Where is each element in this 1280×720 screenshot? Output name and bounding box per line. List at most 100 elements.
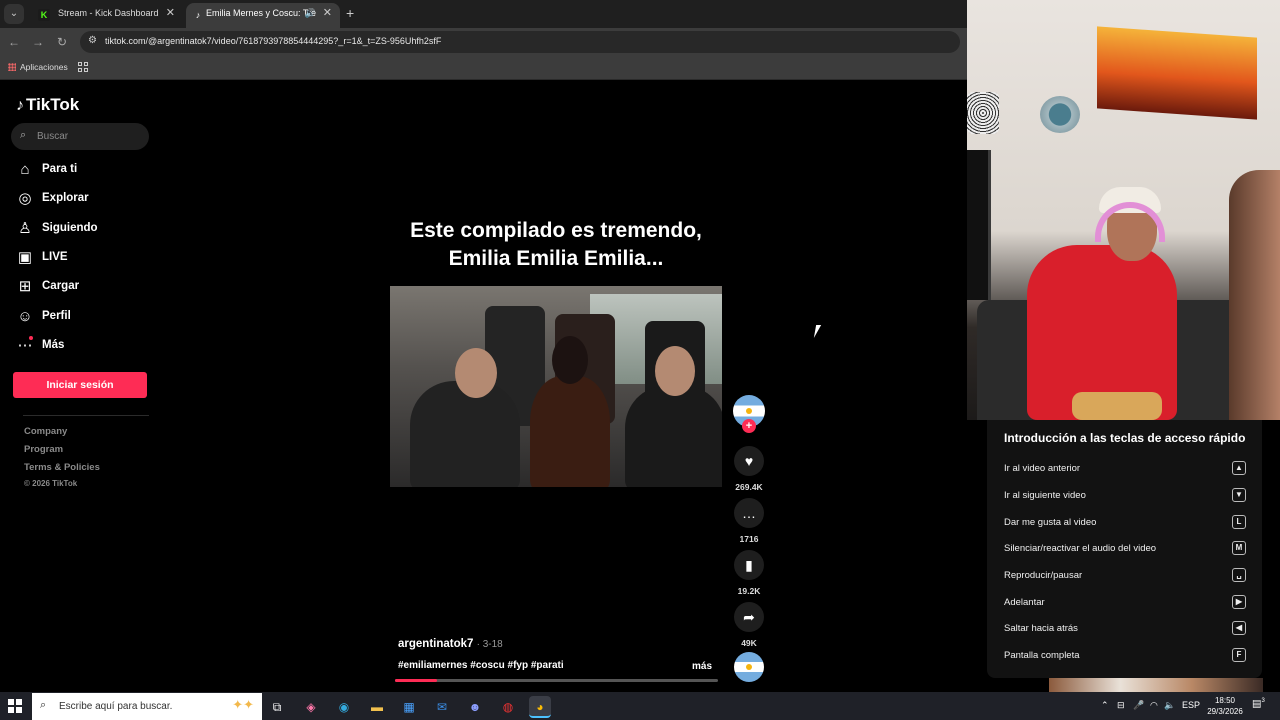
tab-kick-dashboard[interactable]: K Stream - Kick Dashboard ✕ — [28, 3, 183, 28]
close-tab-icon[interactable]: ✕ — [323, 3, 332, 24]
tiktok-page: ♪ TikTok ⌕ Buscar ⌂ Para ti ◎ Explorar ♙ … — [0, 81, 967, 692]
webcam-overlay — [967, 0, 1280, 420]
tiktok-note-icon: ♪ — [16, 97, 24, 114]
file-explorer-icon[interactable]: ▬ — [366, 696, 388, 718]
url-field[interactable]: ⚙ tiktok.com/@argentinatok7/video/761879… — [80, 31, 960, 53]
video-progress-bar[interactable] — [395, 679, 718, 682]
microphone-icon[interactable]: 🎤 — [1133, 700, 1144, 711]
back-icon[interactable]: ← — [6, 34, 22, 50]
taskbar-search-placeholder: Escribe aquí para buscar. — [59, 701, 173, 712]
close-tab-icon[interactable]: ✕ — [166, 3, 175, 24]
keyboard-shortcuts-panel: Introducción a las teclas de acceso rápi… — [987, 420, 1262, 678]
tab-tiktok-video[interactable]: ♪ Emilia Mernes y Coscu: Tre 🔊 ✕ — [186, 3, 340, 28]
author-name[interactable]: argentinatok7 — [398, 638, 473, 650]
nav-label: Cargar — [42, 280, 80, 292]
video-caption-overlay: Este compilado es tremendo, Emilia Emili… — [390, 217, 722, 273]
nav-label: Explorar — [42, 192, 89, 204]
person-shorts — [1072, 392, 1162, 420]
outlook-icon[interactable]: ✉ — [431, 696, 453, 718]
nav-item-mas[interactable]: ⋯ Más — [16, 336, 156, 358]
shortcut-label: Silenciar/reactivar el audio del video — [1004, 543, 1157, 554]
store-icon[interactable]: ▦ — [398, 696, 420, 718]
tab-title: Emilia Mernes y Coscu: Tre — [206, 8, 317, 18]
like-button[interactable]: ♥ — [734, 446, 764, 476]
search-icon: ⌕ — [20, 129, 27, 141]
video-author[interactable]: argentinatok7 · 3-18 — [398, 638, 503, 650]
speaker-icon[interactable]: 🔊 — [305, 3, 316, 24]
volume-icon[interactable]: 🔈 — [1164, 700, 1175, 711]
nav-item-explorar[interactable]: ◎ Explorar — [16, 189, 156, 211]
footer-link-terms[interactable]: Terms & Policies — [24, 462, 100, 473]
more-text-button[interactable]: más — [692, 661, 712, 672]
compass-icon: ◎ — [18, 190, 32, 207]
video-progress-fill — [395, 679, 437, 682]
taskbar-search-input[interactable]: ⌕ Escribe aquí para buscar. ✦✦ — [32, 693, 262, 720]
edge-icon[interactable]: ◉ — [333, 696, 355, 718]
shortcut-label: Saltar hacia atrás — [1004, 623, 1078, 634]
caption-line-2: Emilia Emilia Emilia... — [448, 247, 664, 270]
shortcut-label: Reproducir/pausar — [1004, 570, 1083, 581]
follow-button[interactable]: + — [742, 419, 756, 433]
windows-taskbar: ⌕ Escribe aquí para buscar. ✦✦ ⧉ ◈ ◉ ▬ ▦… — [0, 692, 1280, 720]
footer-link-program[interactable]: Program — [24, 444, 63, 455]
comment-button[interactable]: … — [734, 498, 764, 528]
nav-item-para-ti[interactable]: ⌂ Para ti — [16, 160, 156, 182]
save-button[interactable]: ▮ — [734, 550, 764, 580]
video-player[interactable] — [390, 286, 722, 487]
tray-app-icon[interactable]: ⊟ — [1117, 700, 1125, 711]
nav-item-live[interactable]: ▣ LIVE — [16, 248, 156, 270]
search-highlights-icon: ✦✦ — [232, 697, 254, 712]
share-count: 49K — [741, 638, 757, 648]
comment-count: 1716 — [739, 534, 759, 544]
discord-icon[interactable]: ☻ — [464, 696, 486, 718]
footer-link-company[interactable]: Company — [24, 426, 67, 437]
video-scene-head — [455, 348, 497, 398]
site-info-icon[interactable]: ⚙ — [88, 35, 97, 46]
space-key-icon: ␣ — [1232, 568, 1246, 582]
tiktok-logo[interactable]: ♪ TikTok — [16, 95, 79, 115]
network-icon[interactable]: ◠ — [1150, 700, 1158, 711]
sound-avatar[interactable] — [734, 652, 764, 682]
tab-groups-icon[interactable] — [78, 62, 88, 72]
nav-label: Perfil — [42, 310, 71, 322]
login-button[interactable]: Iniciar sesión — [13, 372, 147, 398]
shortcut-row: Saltar hacia atrás ◀ — [1004, 620, 1254, 638]
forward-icon[interactable]: → — [30, 34, 46, 50]
nav-label: Para ti — [42, 163, 78, 175]
bookmark-apps-label: Aplicaciones — [20, 62, 68, 72]
new-tab-button[interactable]: + — [346, 5, 354, 21]
tray-chevron-icon[interactable]: ⌃ — [1101, 700, 1109, 711]
windows-start-icon[interactable] — [8, 699, 22, 713]
obs-icon[interactable]: ◍ — [497, 696, 519, 718]
copilot-icon[interactable]: ◈ — [300, 696, 322, 718]
shortcut-label: Ir al siguiente video — [1004, 490, 1086, 501]
shortcut-row: Ir al video anterior ▲ — [1004, 460, 1254, 478]
nav-item-perfil[interactable]: ☺ Perfil — [16, 307, 156, 329]
shortcut-label: Pantalla completa — [1004, 650, 1080, 661]
shortcut-label: Adelantar — [1004, 597, 1045, 608]
monitor — [967, 150, 991, 300]
video-scene-person — [410, 381, 520, 487]
search-placeholder: Buscar — [37, 131, 69, 142]
reload-icon[interactable]: ↻ — [54, 34, 70, 50]
l-key-icon: L — [1232, 515, 1246, 529]
language-indicator[interactable]: ESP — [1182, 700, 1200, 710]
home-icon: ⌂ — [20, 161, 30, 178]
taskbar-clock[interactable]: 18:50 29/3/2026 — [1205, 695, 1245, 717]
arrow-down-key-icon: ▼ — [1232, 488, 1246, 502]
tab-search-button[interactable]: ⌄ — [4, 4, 24, 24]
search-input[interactable]: ⌕ Buscar — [11, 123, 149, 150]
chrome-icon[interactable]: ◕ — [529, 696, 551, 718]
bookmark-apps[interactable]: Aplicaciones — [8, 62, 68, 72]
share-button[interactable]: ➦ — [734, 602, 764, 632]
task-view-icon[interactable]: ⧉ — [266, 696, 288, 718]
arrow-up-key-icon: ▲ — [1232, 461, 1246, 475]
address-bar-row: ← → ↻ ⚙ tiktok.com/@argentinatok7/video/… — [0, 28, 967, 56]
tab-title: Stream - Kick Dashboard — [58, 8, 159, 18]
nav-item-cargar[interactable]: ⊞ Cargar — [16, 277, 156, 299]
video-hashtags[interactable]: #emiliamernes #coscu #fyp #parati — [398, 660, 564, 671]
wall-clock — [1040, 96, 1080, 133]
nav-item-siguiendo[interactable]: ♙ Siguiendo — [16, 219, 156, 241]
notification-center-icon[interactable]: ▤3 — [1252, 698, 1266, 712]
shortcut-row: Ir al siguiente video ▼ — [1004, 487, 1254, 505]
